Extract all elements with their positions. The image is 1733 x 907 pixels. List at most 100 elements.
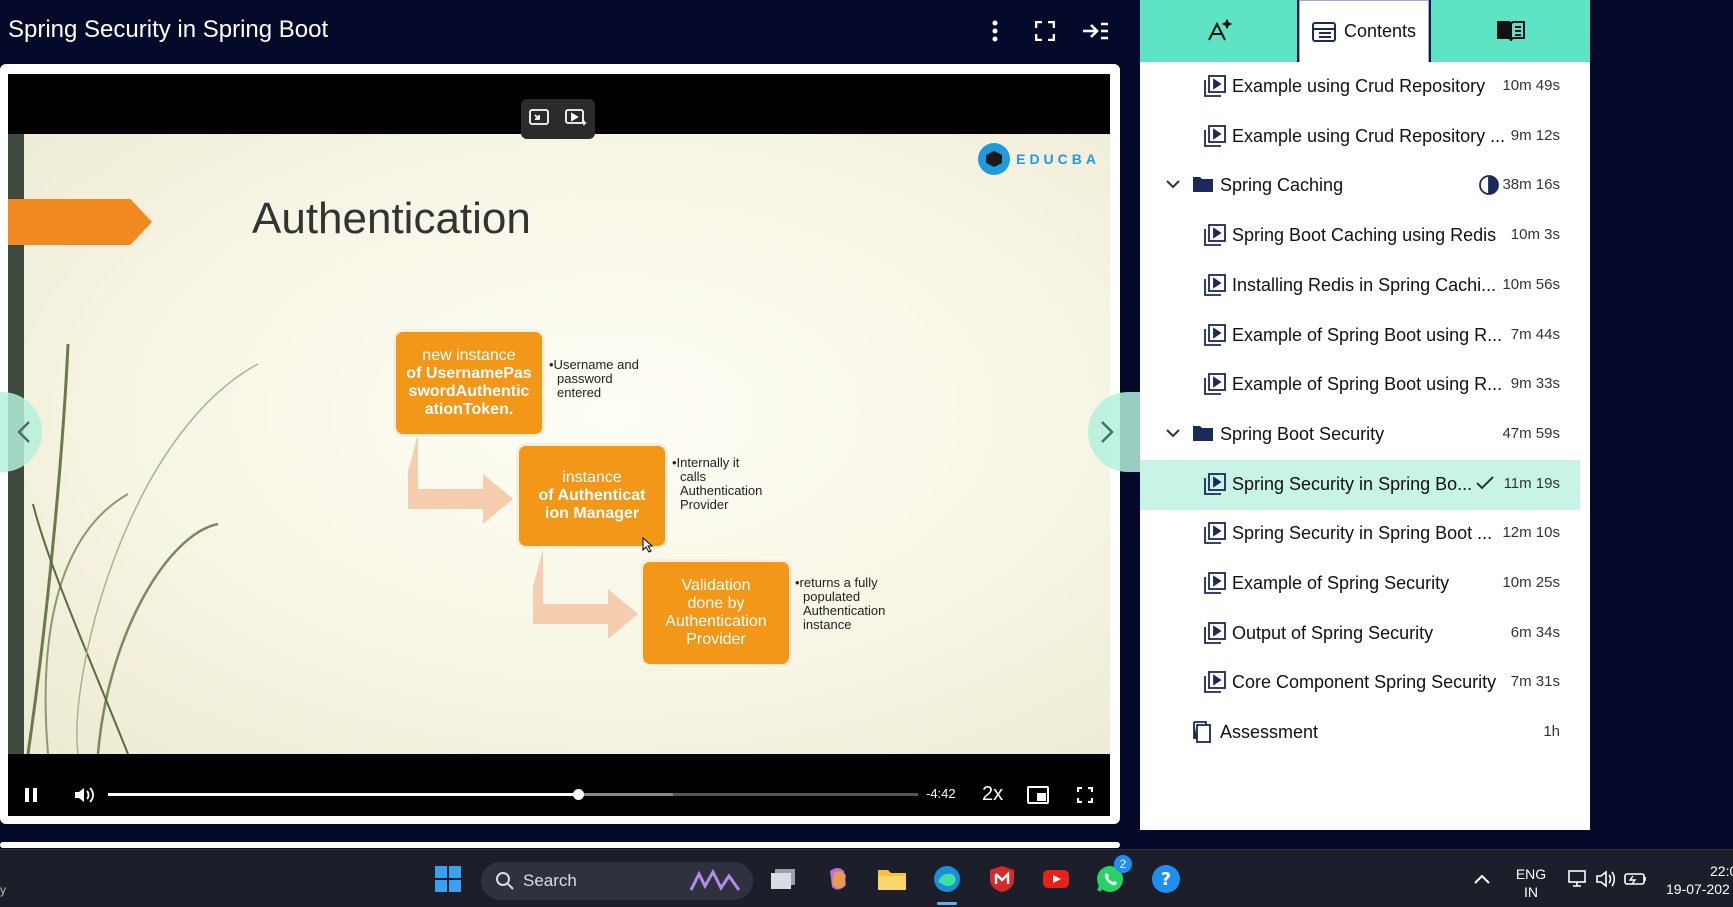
- note2-l2: calls: [680, 469, 707, 484]
- lecture-item[interactable]: Example of Spring Boot using R... 7m 44s: [1140, 311, 1580, 361]
- search-label: Search: [523, 871, 577, 890]
- item-label: Spring Caching: [1220, 175, 1344, 196]
- box2-line3: ion Manager: [544, 505, 640, 522]
- box3-line4: Provider: [686, 631, 746, 648]
- more-options-icon[interactable]: [980, 16, 1010, 46]
- search-highlight-icon: [689, 868, 741, 891]
- file-explorer-icon[interactable]: [874, 861, 910, 897]
- copilot-icon[interactable]: [820, 861, 856, 897]
- lecture-item[interactable]: Spring Security in Spring Boot ... 12m 10…: [1140, 509, 1580, 559]
- flow-box-token: new instance of UsernamePas swordAuthent…: [393, 329, 545, 437]
- lecture-item[interactable]: Core Component Spring Security 7m 31s: [1140, 658, 1580, 708]
- item-duration: 7m 31s: [1510, 673, 1560, 691]
- note3-l4: instance: [803, 617, 852, 632]
- in-progress-clock-icon: [1478, 174, 1500, 201]
- video-lecture-icon: [1204, 124, 1226, 147]
- taskbar-search[interactable]: Search: [481, 862, 753, 900]
- item-duration: 11m 19s: [1503, 474, 1560, 492]
- progress-handle[interactable]: [572, 789, 584, 800]
- educba-logo-icon: [978, 143, 1011, 175]
- lecture-item[interactable]: Example of Spring Boot using R... 9m 33s: [1140, 360, 1580, 410]
- video-frame[interactable]: Authentication EDUCBA new instance of Us…: [0, 74, 1144, 816]
- note2-l3: Authentication: [680, 483, 763, 498]
- note1-l2: password: [557, 371, 613, 386]
- clock-date: 19-07-202: [1666, 881, 1730, 897]
- battery-icon[interactable]: [1618, 861, 1654, 897]
- lecture-item[interactable]: Example of Spring Security 10m 25s: [1140, 559, 1580, 609]
- video-lecture-icon: [1204, 273, 1226, 296]
- lecture-item[interactable]: Example using Crud Repository ... 9m 12s: [1140, 112, 1580, 162]
- item-label: Example of Spring Boot using R...: [1232, 324, 1503, 345]
- progress-bar[interactable]: [108, 789, 918, 800]
- edge-browser-icon[interactable]: [929, 861, 965, 897]
- mouse-cursor-icon: [642, 537, 654, 553]
- item-label: Assessment: [1220, 722, 1319, 743]
- slide-grass-decoration: [26, 343, 259, 754]
- whatsapp-icon[interactable]: 2: [1092, 855, 1132, 897]
- player-header: Spring Security in Spring Boot: [0, 0, 1140, 62]
- lecture-item[interactable]: Installing Redis in Spring Cachi... 10m 5…: [1140, 261, 1580, 311]
- completed-check-icon: [1475, 474, 1495, 497]
- chevron-down-icon[interactable]: [1164, 424, 1182, 447]
- video-lecture-icon: [1204, 522, 1226, 545]
- language-indicator[interactable]: ENG IN: [1512, 865, 1550, 901]
- flow-arrow-1: [408, 434, 513, 524]
- show-hidden-icons-chevron-up-icon[interactable]: [1464, 861, 1500, 897]
- tab-contents[interactable]: Contents: [1299, 0, 1429, 62]
- app-window: Spring Security in Spring Boot Authentic…: [0, 0, 1733, 907]
- item-label: Output of Spring Security: [1232, 622, 1434, 643]
- search-icon: [496, 872, 514, 890]
- windows-taskbar: Search 2 ? ENG IN 22: 19-07-202: [0, 849, 1733, 907]
- tab-ai-assistant[interactable]: [1140, 0, 1297, 62]
- youtube-icon[interactable]: [1038, 861, 1074, 897]
- fullscreen-icon[interactable]: [1030, 16, 1060, 46]
- box2-line1: instance: [562, 469, 622, 486]
- video-controls-bar: -4:42 2x: [8, 774, 1110, 816]
- ai-screen-icon[interactable]: [564, 107, 588, 132]
- volume-button[interactable]: [72, 784, 96, 806]
- note2-l1: •Internally it: [672, 455, 740, 470]
- drag-handle-icon[interactable]: [1143, 422, 1155, 447]
- left-edge-text: y: [0, 883, 6, 897]
- help-icon[interactable]: ?: [1148, 861, 1184, 897]
- item-duration: 9m 12s: [1510, 126, 1560, 144]
- lecture-item[interactable]: Output of Spring Security 6m 34s: [1140, 609, 1580, 659]
- box1-line1: new instance: [422, 347, 516, 364]
- box3-line3: Authentication: [665, 613, 767, 630]
- whatsapp-badge: 2: [1114, 855, 1132, 873]
- note-username: •Username and password entered: [549, 358, 639, 400]
- item-label: Spring Boot Security: [1220, 423, 1385, 444]
- player-bottom-strip: [0, 842, 1120, 848]
- tab-notes[interactable]: [1431, 0, 1590, 62]
- player-fullscreen-icon[interactable]: [1074, 784, 1096, 806]
- mcafee-icon[interactable]: [984, 861, 1020, 897]
- item-label: Example of Spring Boot using R...: [1232, 374, 1503, 395]
- lecture-item[interactable]: Spring Boot Caching using Redis 10m 3s: [1140, 211, 1580, 261]
- box3-line1: Validation: [681, 577, 751, 594]
- section-header[interactable]: Spring Caching 38m 16s: [1140, 161, 1580, 211]
- book-icon: [1496, 21, 1525, 42]
- note-returns: •returns a fully populated Authenticatio…: [795, 576, 885, 632]
- collapse-sidebar-icon[interactable]: [1080, 16, 1110, 46]
- box3-line2: done by: [687, 595, 745, 612]
- item-label: Spring Security in Spring Boot ...: [1232, 523, 1493, 544]
- box1-line4: ationToken.: [424, 401, 514, 418]
- section-header[interactable]: Spring Boot Security 47m 59s: [1140, 410, 1580, 460]
- pause-button[interactable]: [22, 786, 40, 804]
- note3-l1: •returns a fully: [795, 575, 878, 590]
- clock[interactable]: 22:0 19-07-202: [1660, 862, 1733, 898]
- item-label: Example using Crud Repository: [1232, 76, 1486, 96]
- picture-in-picture-icon[interactable]: [1026, 784, 1050, 806]
- lecture-item[interactable]: Spring Security in Spring Bo... 11m 19s: [1140, 459, 1580, 510]
- lecture-item[interactable]: Example using Crud Repository 10m 49s: [1140, 62, 1580, 112]
- task-view-icon[interactable]: [765, 861, 801, 897]
- assessment-item[interactable]: Assessment 1h: [1140, 708, 1580, 758]
- playback-rate-button[interactable]: 2x: [982, 783, 1003, 806]
- educba-logo-text: EDUCBA: [1016, 151, 1100, 167]
- note2-l4: Provider: [680, 497, 729, 512]
- exit-fullscreen-icon[interactable]: [528, 107, 550, 132]
- windows-start-icon[interactable]: [430, 861, 466, 897]
- chevron-down-icon[interactable]: [1164, 175, 1182, 198]
- slide-content: Authentication EDUCBA new instance of Us…: [8, 134, 1110, 754]
- flow-box-validation: Validation done by Authentication Provid…: [640, 559, 792, 667]
